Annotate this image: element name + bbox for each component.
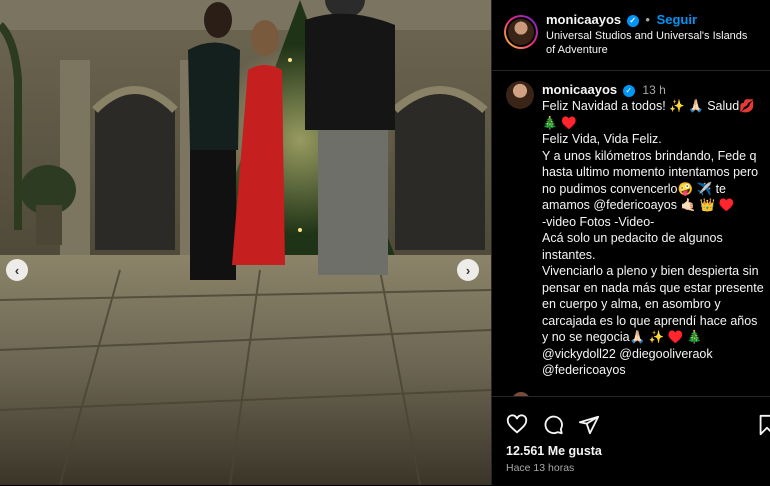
caption-username[interactable]: monicaayos <box>542 82 617 97</box>
share-icon[interactable] <box>578 414 600 436</box>
follow-button[interactable]: Seguir <box>657 12 697 27</box>
post-time-ago[interactable]: Hace 13 horas <box>506 462 574 474</box>
comment-icon[interactable] <box>542 414 564 436</box>
header-user-line: monicaayos ✓ • Seguir <box>546 12 697 27</box>
post-actions: 12.561 Me gusta Hace 13 horas <box>492 396 770 486</box>
caption-avatar[interactable] <box>506 81 534 109</box>
chevron-right-icon: › <box>465 262 471 278</box>
post-header: monicaayos ✓ • Seguir Universal Studios … <box>492 0 770 71</box>
carousel-next-button[interactable]: › <box>457 259 479 281</box>
likes-count[interactable]: 12.561 Me gusta <box>506 444 602 458</box>
avatar[interactable] <box>504 15 538 49</box>
verified-icon: ✓ <box>626 15 639 27</box>
bookmark-icon[interactable] <box>756 414 770 436</box>
post-side-panel: monicaayos ✓ • Seguir Universal Studios … <box>491 0 770 486</box>
post-media[interactable]: ‹ › <box>0 0 491 485</box>
location-link[interactable]: Universal Studios and Universal's Island… <box>546 29 756 57</box>
post-photo <box>0 0 491 485</box>
caption-text: Feliz Navidad a todos! ✨ 🙏🏻 Salud💋 🎄 ♥️ … <box>542 99 764 377</box>
comments-section[interactable]: monicaayos ✓ 13 h Feliz Navidad a todos!… <box>492 71 770 396</box>
verified-icon: ✓ <box>622 85 635 97</box>
separator-dot: • <box>645 12 650 27</box>
heart-icon[interactable] <box>506 414 528 436</box>
caption-header: monicaayos ✓ 13 h <box>542 82 666 97</box>
avatar-image <box>508 19 534 45</box>
chevron-left-icon: ‹ <box>14 262 20 278</box>
header-username[interactable]: monicaayos <box>546 12 621 27</box>
caption-time: 13 h <box>642 83 666 97</box>
carousel-prev-button[interactable]: ‹ <box>6 259 28 281</box>
